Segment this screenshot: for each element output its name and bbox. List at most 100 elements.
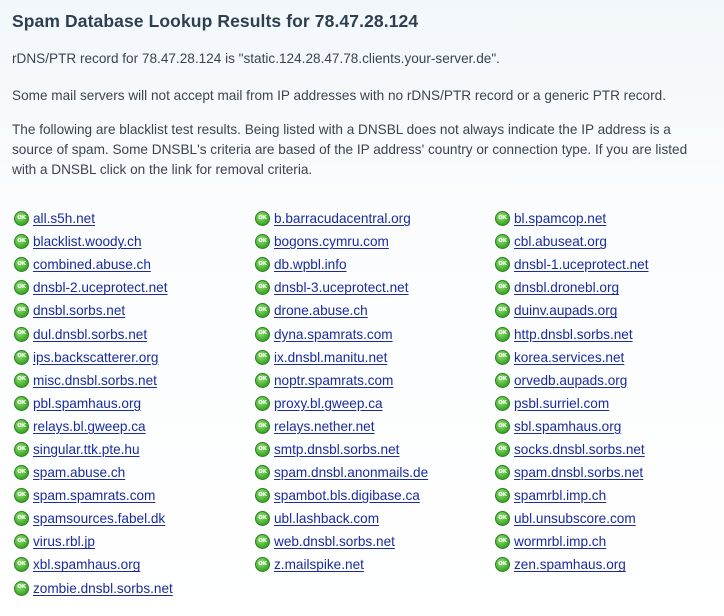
dnsbl-result-item: OK zen.spamhaus.org bbox=[495, 553, 720, 576]
dnsbl-link[interactable]: dul.dnsbl.sorbs.net bbox=[33, 327, 147, 342]
dnsbl-link[interactable]: dnsbl-1.uceprotect.net bbox=[514, 257, 649, 272]
dnsbl-link[interactable]: pbl.spamhaus.org bbox=[33, 396, 141, 411]
dnsbl-link[interactable]: korea.services.net bbox=[514, 350, 624, 365]
dnsbl-link[interactable]: noptr.spamrats.com bbox=[274, 373, 393, 388]
dnsbl-link[interactable]: http.dnsbl.sorbs.net bbox=[514, 327, 633, 342]
ok-status-icon: OK bbox=[495, 234, 510, 250]
dnsbl-result-item: OK b.barracudacentral.org bbox=[255, 207, 495, 230]
dnsbl-link[interactable]: ubl.unsubscore.com bbox=[514, 511, 636, 526]
blacklist-note-text: The following are blacklist test results… bbox=[12, 122, 688, 177]
dnsbl-link[interactable]: spamsources.fabel.dk bbox=[33, 511, 165, 526]
dnsbl-link[interactable]: dnsbl-2.uceprotect.net bbox=[33, 280, 168, 295]
dnsbl-link[interactable]: virus.rbl.jp bbox=[33, 534, 95, 549]
ok-status-icon: OK bbox=[14, 234, 29, 250]
dnsbl-link[interactable]: sbl.spamhaus.org bbox=[514, 419, 621, 434]
dnsbl-link[interactable]: psbl.surriel.com bbox=[514, 396, 609, 411]
ok-status-icon: OK bbox=[495, 418, 510, 434]
dnsbl-result-item: OK smtp.dnsbl.sorbs.net bbox=[255, 438, 495, 461]
ok-status-icon: OK bbox=[255, 441, 270, 457]
dnsbl-result-item: OK web.dnsbl.sorbs.net bbox=[255, 530, 495, 553]
dnsbl-link[interactable]: orvedb.aupads.org bbox=[514, 373, 627, 388]
dnsbl-link[interactable]: dnsbl-3.uceprotect.net bbox=[274, 280, 409, 295]
dnsbl-result-item: OK z.mailspike.net bbox=[255, 553, 495, 576]
ok-status-icon: OK bbox=[495, 349, 510, 365]
ok-status-icon: OK bbox=[14, 395, 29, 411]
dnsbl-result-item: OK spamsources.fabel.dk bbox=[14, 507, 255, 530]
dnsbl-link[interactable]: relays.bl.gweep.ca bbox=[33, 419, 146, 434]
dnsbl-link[interactable]: dnsbl.sorbs.net bbox=[33, 303, 125, 318]
dnsbl-link[interactable]: ubl.lashback.com bbox=[274, 511, 379, 526]
dnsbl-result-item: OK wormrbl.imp.ch bbox=[495, 530, 720, 553]
dnsbl-link[interactable]: spambot.bls.digibase.ca bbox=[274, 488, 420, 503]
dnsbl-link[interactable]: z.mailspike.net bbox=[274, 557, 364, 572]
dnsbl-link[interactable]: spam.abuse.ch bbox=[33, 465, 125, 480]
dnsbl-link[interactable]: cbl.abuseat.org bbox=[514, 234, 607, 249]
dnsbl-link[interactable]: blacklist.woody.ch bbox=[33, 234, 142, 249]
ok-status-icon: OK bbox=[255, 534, 270, 550]
dnsbl-link[interactable]: xbl.spamhaus.org bbox=[33, 557, 140, 572]
ok-status-icon: OK bbox=[255, 234, 270, 250]
ok-status-icon: OK bbox=[495, 441, 510, 457]
dnsbl-result-item: OK spam.spamrats.com bbox=[14, 484, 255, 507]
dnsbl-link[interactable]: ix.dnsbl.manitu.net bbox=[274, 350, 387, 365]
dnsbl-result-item: OK ix.dnsbl.manitu.net bbox=[255, 346, 495, 369]
ok-status-icon: OK bbox=[14, 372, 29, 388]
dnsbl-link[interactable]: singular.ttk.pte.hu bbox=[33, 442, 140, 457]
dnsbl-result-item: OK ubl.lashback.com bbox=[255, 507, 495, 530]
dnsbl-result-item: OK relays.bl.gweep.ca bbox=[14, 415, 255, 438]
ok-status-icon: OK bbox=[14, 349, 29, 365]
dnsbl-result-item: OK proxy.bl.gweep.ca bbox=[255, 392, 495, 415]
dnsbl-link[interactable]: socks.dnsbl.sorbs.net bbox=[514, 442, 645, 457]
dnsbl-link[interactable]: b.barracudacentral.org bbox=[274, 211, 411, 226]
dnsbl-link[interactable]: zen.spamhaus.org bbox=[514, 557, 626, 572]
dnsbl-link[interactable]: spam.spamrats.com bbox=[33, 488, 155, 503]
dnsbl-link[interactable]: bl.spamcop.net bbox=[514, 211, 606, 226]
ok-status-icon: OK bbox=[14, 488, 29, 504]
ok-status-icon: OK bbox=[255, 280, 270, 296]
dnsbl-result-item: OK duinv.aupads.org bbox=[495, 299, 720, 322]
page-title: Spam Database Lookup Results for 78.47.2… bbox=[12, 11, 419, 31]
dnsbl-result-item: OK spam.dnsbl.sorbs.net bbox=[495, 461, 720, 484]
dnsbl-link[interactable]: bogons.cymru.com bbox=[274, 234, 389, 249]
ok-status-icon: OK bbox=[495, 534, 510, 550]
dnsbl-results-grid: OK all.s5h.net OK b.barracudacentral.org OK b… bbox=[14, 207, 720, 600]
dnsbl-link[interactable]: smtp.dnsbl.sorbs.net bbox=[274, 442, 399, 457]
dnsbl-link[interactable]: relays.nether.net bbox=[274, 419, 375, 434]
dnsbl-result-item: OK psbl.surriel.com bbox=[495, 392, 720, 415]
ok-status-icon: OK bbox=[14, 326, 29, 342]
ok-status-icon: OK bbox=[255, 465, 270, 481]
dnsbl-result-item: OK spamrbl.imp.ch bbox=[495, 484, 720, 507]
dnsbl-link[interactable]: misc.dnsbl.sorbs.net bbox=[33, 373, 157, 388]
dnsbl-link[interactable]: spam.dnsbl.sorbs.net bbox=[514, 465, 643, 480]
dnsbl-link[interactable]: duinv.aupads.org bbox=[514, 303, 617, 318]
ok-status-icon: OK bbox=[14, 211, 29, 227]
dnsbl-result-item: OK spam.dnsbl.anonmails.de bbox=[255, 461, 495, 484]
dnsbl-link[interactable]: spamrbl.imp.ch bbox=[514, 488, 606, 503]
dnsbl-link[interactable]: proxy.bl.gweep.ca bbox=[274, 396, 383, 411]
dnsbl-link[interactable]: ips.backscatterer.org bbox=[33, 350, 158, 365]
dnsbl-result-item: OK virus.rbl.jp bbox=[14, 530, 255, 553]
ok-status-icon: OK bbox=[14, 465, 29, 481]
dnsbl-result-item: OK ips.backscatterer.org bbox=[14, 346, 255, 369]
dnsbl-link[interactable]: web.dnsbl.sorbs.net bbox=[274, 534, 395, 549]
dnsbl-link[interactable]: all.s5h.net bbox=[33, 211, 95, 226]
ok-status-icon: OK bbox=[255, 511, 270, 527]
ok-status-icon: OK bbox=[495, 326, 510, 342]
dnsbl-link[interactable]: combined.abuse.ch bbox=[33, 257, 151, 272]
dnsbl-link[interactable]: drone.abuse.ch bbox=[274, 303, 368, 318]
ok-status-icon: OK bbox=[14, 303, 29, 319]
dnsbl-link[interactable]: dnsbl.dronebl.org bbox=[514, 280, 619, 295]
dnsbl-link[interactable]: dyna.spamrats.com bbox=[274, 327, 393, 342]
dnsbl-result-item: OK blacklist.woody.ch bbox=[14, 230, 255, 253]
ok-status-icon: OK bbox=[495, 257, 510, 273]
dnsbl-result-item: OK cbl.abuseat.org bbox=[495, 230, 720, 253]
dnsbl-link[interactable]: zombie.dnsbl.sorbs.net bbox=[33, 581, 173, 596]
dnsbl-link[interactable]: spam.dnsbl.anonmails.de bbox=[274, 465, 428, 480]
dnsbl-result-item: OK sbl.spamhaus.org bbox=[495, 415, 720, 438]
ok-status-icon: OK bbox=[495, 303, 510, 319]
dnsbl-link[interactable]: db.wpbl.info bbox=[274, 257, 347, 272]
dnsbl-result-item: OK noptr.spamrats.com bbox=[255, 369, 495, 392]
dnsbl-result-item: OK bogons.cymru.com bbox=[255, 230, 495, 253]
dnsbl-link[interactable]: wormrbl.imp.ch bbox=[514, 534, 606, 549]
dnsbl-result-item: OK ubl.unsubscore.com bbox=[495, 507, 720, 530]
